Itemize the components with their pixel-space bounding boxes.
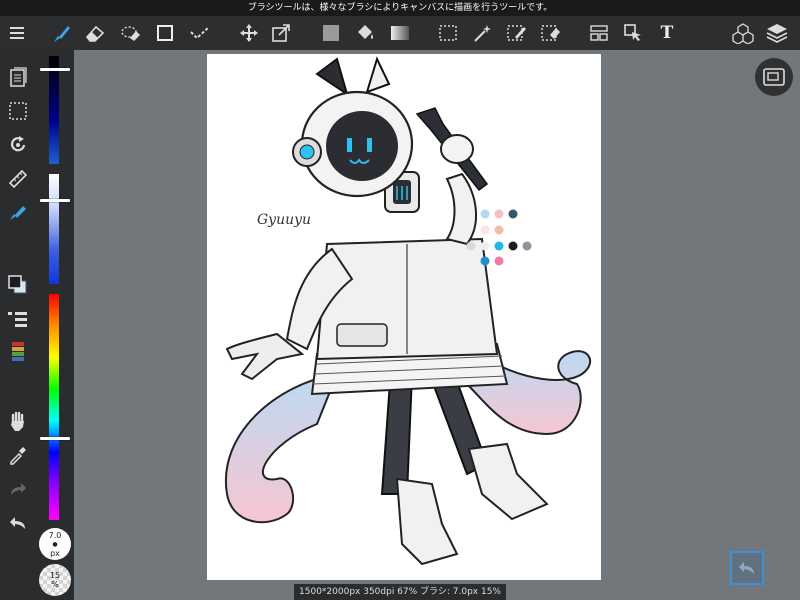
lasso-eraser-icon[interactable] (116, 16, 146, 50)
select-rect-icon[interactable] (433, 16, 463, 50)
text-icon[interactable]: T (652, 16, 682, 50)
color-swatch (480, 209, 490, 219)
color-swatch-icon[interactable] (0, 270, 36, 300)
layout-icon[interactable] (584, 16, 614, 50)
hand-icon[interactable] (0, 406, 36, 436)
opacity-unit: % (51, 580, 59, 589)
status-message: ブラシツールは、様々なブラシによりキャンバスに描画を行うツールです。 (0, 0, 800, 16)
brush-size-dot: ● (52, 540, 58, 548)
brightness-slider[interactable] (49, 56, 59, 164)
transform-icon[interactable] (266, 16, 296, 50)
color-swatch (508, 209, 518, 219)
color-swatch (480, 225, 490, 235)
navigator-icon (763, 68, 785, 86)
color-swatch (494, 225, 504, 235)
character-illustration: Gyuuyu (224, 56, 592, 566)
brightness-handle[interactable] (40, 68, 70, 71)
saturation-slider[interactable] (49, 174, 59, 284)
select-eraser-icon[interactable] (536, 16, 566, 50)
undo-arrow-icon (739, 562, 754, 574)
palette-icon[interactable] (0, 338, 36, 368)
top-toolbar: T (0, 16, 800, 50)
brush-size-button[interactable]: 7.0 ● px (39, 528, 71, 560)
hue-handle[interactable] (40, 437, 70, 440)
color-swatch (480, 256, 490, 266)
color-swatch (494, 209, 504, 219)
navigator-button[interactable] (755, 58, 793, 96)
selection-icon[interactable] (0, 96, 36, 126)
floating-undo-button[interactable] (730, 551, 764, 585)
ruler-icon[interactable] (0, 164, 36, 194)
eraser-icon[interactable] (80, 16, 110, 50)
signature-text: Gyuuyu (257, 212, 311, 228)
color-swatch (466, 241, 476, 251)
undo-icon[interactable] (0, 508, 36, 538)
select-pen-icon[interactable] (502, 16, 532, 50)
rectangle-icon[interactable] (150, 16, 180, 50)
materials-icon[interactable] (728, 16, 758, 50)
hue-slider[interactable] (49, 294, 59, 520)
color-swatch (494, 241, 504, 251)
color-swatch (508, 241, 518, 251)
move-icon[interactable] (234, 16, 264, 50)
left-toolbar (0, 50, 36, 600)
color-slider-panel: 7.0 ● px 15 % (36, 50, 74, 600)
color-swatch (480, 241, 490, 251)
check-select-icon[interactable] (185, 16, 215, 50)
rotate-icon[interactable] (0, 130, 36, 160)
opacity-button[interactable]: 15 % (39, 564, 71, 596)
redo-icon[interactable] (0, 474, 36, 504)
saturation-handle[interactable] (40, 199, 70, 202)
gradient-icon[interactable] (385, 16, 415, 50)
fill-icon[interactable] (0, 198, 36, 228)
pointer-icon[interactable] (618, 16, 648, 50)
fill-color-icon[interactable] (316, 16, 346, 50)
bucket-icon[interactable] (350, 16, 380, 50)
menu-icon[interactable] (2, 16, 32, 50)
canvas-info-bar: 1500*2000px 350dpi 67% ブラシ: 7.0px 15% (294, 584, 506, 600)
drawing-canvas[interactable]: Gyuuyu (207, 54, 601, 580)
brush-size-value: 7.0 (48, 530, 62, 540)
brush-size-unit: px (50, 548, 60, 558)
brush-icon[interactable] (46, 16, 76, 50)
color-swatch (522, 241, 532, 251)
opacity-value: 15 (49, 571, 61, 580)
layer-list-icon[interactable] (0, 304, 36, 334)
pages-icon[interactable] (0, 62, 36, 92)
color-swatch (494, 256, 504, 266)
eyedropper-icon[interactable] (0, 440, 36, 470)
layers-icon[interactable] (762, 16, 792, 50)
magic-wand-icon[interactable] (468, 16, 498, 50)
